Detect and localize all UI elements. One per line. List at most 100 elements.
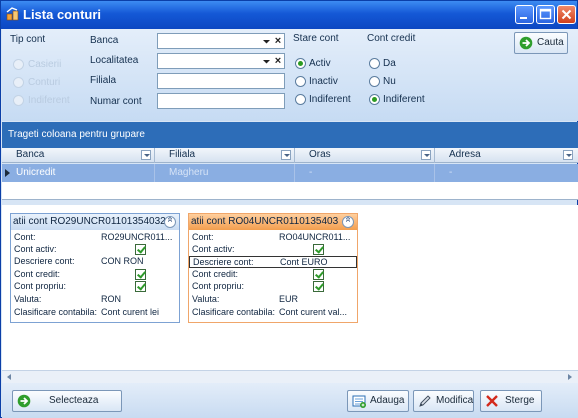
- stare-indiferent-radio[interactable]: [295, 94, 306, 105]
- localitatea-combo[interactable]: ×: [157, 53, 285, 69]
- cont-activ-checkbox[interactable]: [135, 244, 146, 255]
- field-clasificare: Clasificare contabila: Cont curent lei: [11, 307, 179, 319]
- selecteaza-button[interactable]: Selecteaza: [12, 390, 122, 412]
- cont-propriu-checkbox[interactable]: [313, 281, 324, 292]
- modifica-label: Modifica: [436, 395, 474, 406]
- card-header: atii cont RO04UNCR0110135403: [189, 214, 357, 230]
- localitatea-label: Localitatea: [90, 55, 139, 66]
- credit-nu-label: Nu: [383, 76, 396, 87]
- column-filter-icon[interactable]: [281, 150, 291, 160]
- tip-casierii-label: Casierii: [28, 59, 62, 70]
- table-row[interactable]: Unicredit Magheru - -: [2, 164, 578, 182]
- banca-combo[interactable]: ×: [157, 33, 285, 49]
- account-card[interactable]: atii cont RO29UNCR01101354032 Cont: RO29…: [10, 213, 180, 323]
- sterge-button[interactable]: Sterge: [480, 390, 542, 412]
- pencil-icon: [419, 395, 431, 407]
- filter-panel: Tip cont Casierii Conturi Indiferent Ban…: [2, 29, 578, 121]
- field-cont-propriu: Cont propriu:: [189, 281, 357, 293]
- field-label: Cont credit:: [192, 269, 239, 279]
- field-valuta: Valuta: EUR: [189, 294, 357, 306]
- chevron-down-icon: [263, 60, 270, 64]
- numar-cont-label: Numar cont: [90, 96, 142, 107]
- cont-credit-checkbox[interactable]: [313, 269, 324, 280]
- credit-da-radio[interactable]: [369, 58, 380, 69]
- minimize-icon: [520, 17, 527, 19]
- cell-oras[interactable]: -: [295, 164, 435, 182]
- field-label: Cont:: [14, 232, 36, 242]
- column-header-adresa[interactable]: Adresa: [435, 148, 576, 163]
- cauta-button[interactable]: Cauta: [514, 32, 568, 54]
- tip-casierii-radio[interactable]: [13, 59, 24, 70]
- tip-indiferent-radio[interactable]: [13, 95, 24, 106]
- column-title: Oras: [309, 149, 331, 160]
- delete-icon: [486, 395, 498, 407]
- banca-label: Banca: [90, 35, 119, 46]
- maximize-button[interactable]: [536, 5, 555, 24]
- tip-conturi-label: Conturi: [28, 77, 61, 88]
- field-value: Cont curent val...: [279, 307, 348, 317]
- credit-da-label: Da: [383, 58, 396, 69]
- collapse-icon[interactable]: [164, 216, 176, 228]
- clear-icon[interactable]: ×: [272, 34, 284, 48]
- stare-activ-label: Activ: [309, 58, 331, 69]
- clear-icon[interactable]: ×: [272, 54, 284, 68]
- stare-inactiv-radio[interactable]: [295, 76, 306, 87]
- field-label: Descriere cont:: [193, 257, 254, 267]
- adauga-button[interactable]: Adauga: [347, 390, 409, 412]
- column-filter-icon[interactable]: [563, 150, 573, 160]
- field-value: RON: [101, 294, 121, 304]
- cell-adresa[interactable]: -: [435, 164, 576, 182]
- tip-conturi-radio[interactable]: [13, 77, 24, 88]
- collapse-icon[interactable]: [342, 216, 354, 228]
- field-descriere-focused[interactable]: Descriere cont: Cont EURO: [189, 256, 357, 268]
- stare-cont-label: Stare cont: [293, 33, 339, 44]
- chevron-down-icon: [263, 40, 270, 44]
- tip-indiferent-label: Indiferent: [28, 95, 70, 106]
- stare-indiferent-label: Indiferent: [309, 94, 351, 105]
- column-filter-icon[interactable]: [141, 150, 151, 160]
- action-bar: Selecteaza Adauga Modifica Sterge: [2, 383, 578, 418]
- column-header-banca[interactable]: Banca: [2, 148, 155, 163]
- minimize-button[interactable]: [515, 5, 534, 24]
- numar-cont-input[interactable]: [157, 93, 285, 109]
- card-header: atii cont RO29UNCR01101354032: [11, 214, 179, 230]
- modifica-button[interactable]: Modifica: [413, 390, 474, 412]
- horizontal-scrollbar[interactable]: [2, 370, 578, 383]
- arrow-right-icon: [519, 36, 533, 50]
- field-value: EUR: [279, 294, 299, 304]
- group-by-bar[interactable]: Trageti coloana pentru grupare: [2, 122, 578, 148]
- grid-header: Banca Filiala Oras Adresa: [2, 148, 578, 163]
- column-title: Banca: [16, 149, 45, 160]
- cont-credit-checkbox[interactable]: [135, 269, 146, 280]
- scroll-left-icon[interactable]: [4, 372, 15, 382]
- stare-inactiv-label: Inactiv: [309, 76, 338, 87]
- column-filter-icon[interactable]: [421, 150, 431, 160]
- field-label: Cont activ:: [192, 244, 235, 254]
- column-header-filiala[interactable]: Filiala: [155, 148, 295, 163]
- column-header-oras[interactable]: Oras: [295, 148, 435, 163]
- account-card-selected[interactable]: atii cont RO04UNCR0110135403 Cont: RO04U…: [188, 213, 358, 323]
- card-title: atii cont RO04UNCR0110135403: [191, 216, 339, 227]
- cell-banca[interactable]: Unicredit: [2, 164, 155, 182]
- field-clasificare: Clasificare contabila: Cont curent val..…: [189, 307, 357, 319]
- cont-propriu-checkbox[interactable]: [135, 281, 146, 292]
- app-icon: [6, 7, 19, 21]
- maximize-icon: [539, 8, 552, 20]
- credit-indiferent-radio[interactable]: [369, 94, 380, 105]
- selecteaza-label: Selecteaza: [49, 395, 99, 406]
- field-value: RO29UNCR011...: [101, 232, 173, 242]
- stare-activ-radio[interactable]: [295, 58, 306, 69]
- field-cont-credit: Cont credit:: [11, 269, 179, 281]
- sterge-label: Sterge: [505, 395, 535, 406]
- filiala-input[interactable]: [157, 73, 285, 89]
- field-cont: Cont: RO04UNCR011...: [189, 232, 357, 244]
- field-value: Cont EURO: [280, 257, 328, 267]
- scroll-right-icon[interactable]: [564, 372, 575, 382]
- cont-activ-checkbox[interactable]: [313, 244, 324, 255]
- field-cont-activ: Cont activ:: [189, 244, 357, 256]
- close-button[interactable]: [557, 5, 576, 24]
- credit-nu-radio[interactable]: [369, 76, 380, 87]
- cauta-label: Cauta: [537, 37, 564, 48]
- field-cont-propriu: Cont propriu:: [11, 281, 179, 293]
- cell-filiala[interactable]: Magheru: [155, 164, 295, 182]
